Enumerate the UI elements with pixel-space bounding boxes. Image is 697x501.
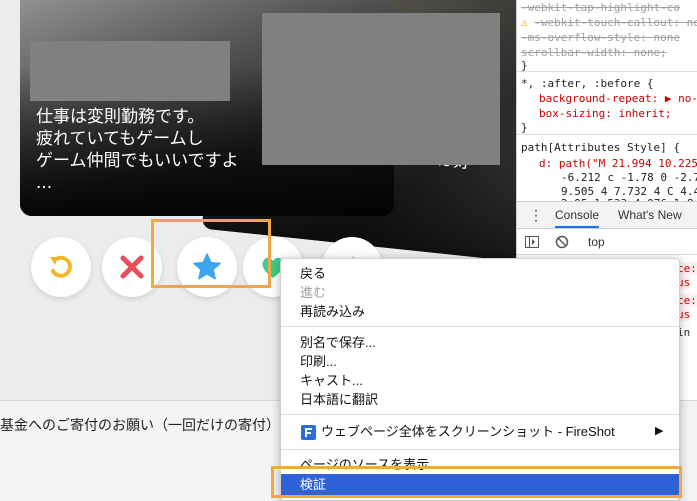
bio-line: 仕事は変則勤務です。 — [36, 107, 205, 127]
menu-item-print[interactable]: 印刷... — [281, 352, 679, 371]
menu-item-back[interactable]: 戻る — [281, 264, 679, 283]
css-value: -6.212 c -1.78 0 -2.7 — [561, 171, 697, 184]
menu-item-fireshot[interactable]: ウェブページ全体をスクリーンショット - FireShot — [281, 422, 679, 441]
tab-whats-new[interactable]: What's New — [618, 208, 682, 222]
tab-console[interactable]: Console — [555, 208, 600, 228]
rewind-button[interactable] — [31, 237, 91, 297]
console-toolbar: top — [517, 229, 697, 255]
menu-item-cast[interactable]: キャスト... — [281, 371, 679, 390]
highlight-box-star — [151, 219, 271, 288]
clear-console-icon[interactable] — [555, 235, 569, 249]
css-declaration[interactable]: background-repeat: ▶ no-r — [539, 91, 697, 106]
css-selector[interactable]: path[Attributes Style] { — [521, 140, 680, 155]
css-declaration[interactable]: -webkit-tap-highlight-co — [521, 0, 680, 15]
menu-item-reload[interactable]: 再読み込み — [281, 302, 679, 321]
menu-divider — [281, 449, 679, 450]
sidebar-toggle-icon[interactable] — [525, 236, 539, 248]
bio-line: ゲーム仲間でもいいですよ — [36, 151, 239, 171]
undo-arrow-icon — [50, 255, 72, 278]
css-declaration[interactable]: d: path("M 21.994 10.225 — [539, 156, 697, 171]
kebab-menu-icon[interactable]: ⋮ — [529, 207, 543, 224]
css-declaration[interactable]: scrollbar-width: none; — [521, 45, 667, 60]
css-selector[interactable]: *, :after, :before { — [521, 76, 653, 91]
redacted-area — [262, 13, 500, 165]
bio-line: ... — [36, 173, 53, 193]
context-selector[interactable]: top — [588, 235, 605, 249]
menu-divider — [281, 414, 679, 415]
menu-item-view-source[interactable]: ページのソースを表示 — [281, 455, 679, 474]
menu-item-inspect[interactable]: 検証 — [281, 474, 679, 496]
css-declaration[interactable]: -ms-overflow-style: none — [521, 30, 680, 45]
close-x-icon — [120, 255, 144, 279]
submenu-arrow-icon: ▶ — [655, 425, 664, 437]
donation-text: 基金へのご寄付のお願い（一回だけの寄付） — [0, 418, 280, 434]
css-brace: } — [521, 121, 528, 134]
context-menu: 戻る 進む 再読み込み 別名で保存... 印刷... キャスト... 日本語に翻… — [280, 258, 680, 501]
menu-divider — [281, 326, 679, 327]
drawer-tabs: ⋮ Console What's New — [517, 201, 697, 229]
warning-icon: ⚠ — [521, 16, 528, 29]
fireshot-icon — [301, 425, 316, 440]
menu-item-translate[interactable]: 日本語に翻訳 — [281, 390, 679, 409]
menu-item-forward[interactable]: 進む — [281, 283, 679, 302]
bio-line: 疲れていてもゲームし — [36, 129, 204, 149]
css-declaration[interactable]: ⚠ -webkit-touch-callout: no — [521, 15, 697, 30]
menu-item-save-as[interactable]: 別名で保存... — [281, 333, 679, 352]
css-declaration[interactable]: box-sizing: inherit; — [539, 106, 671, 121]
redacted-area — [30, 41, 230, 101]
